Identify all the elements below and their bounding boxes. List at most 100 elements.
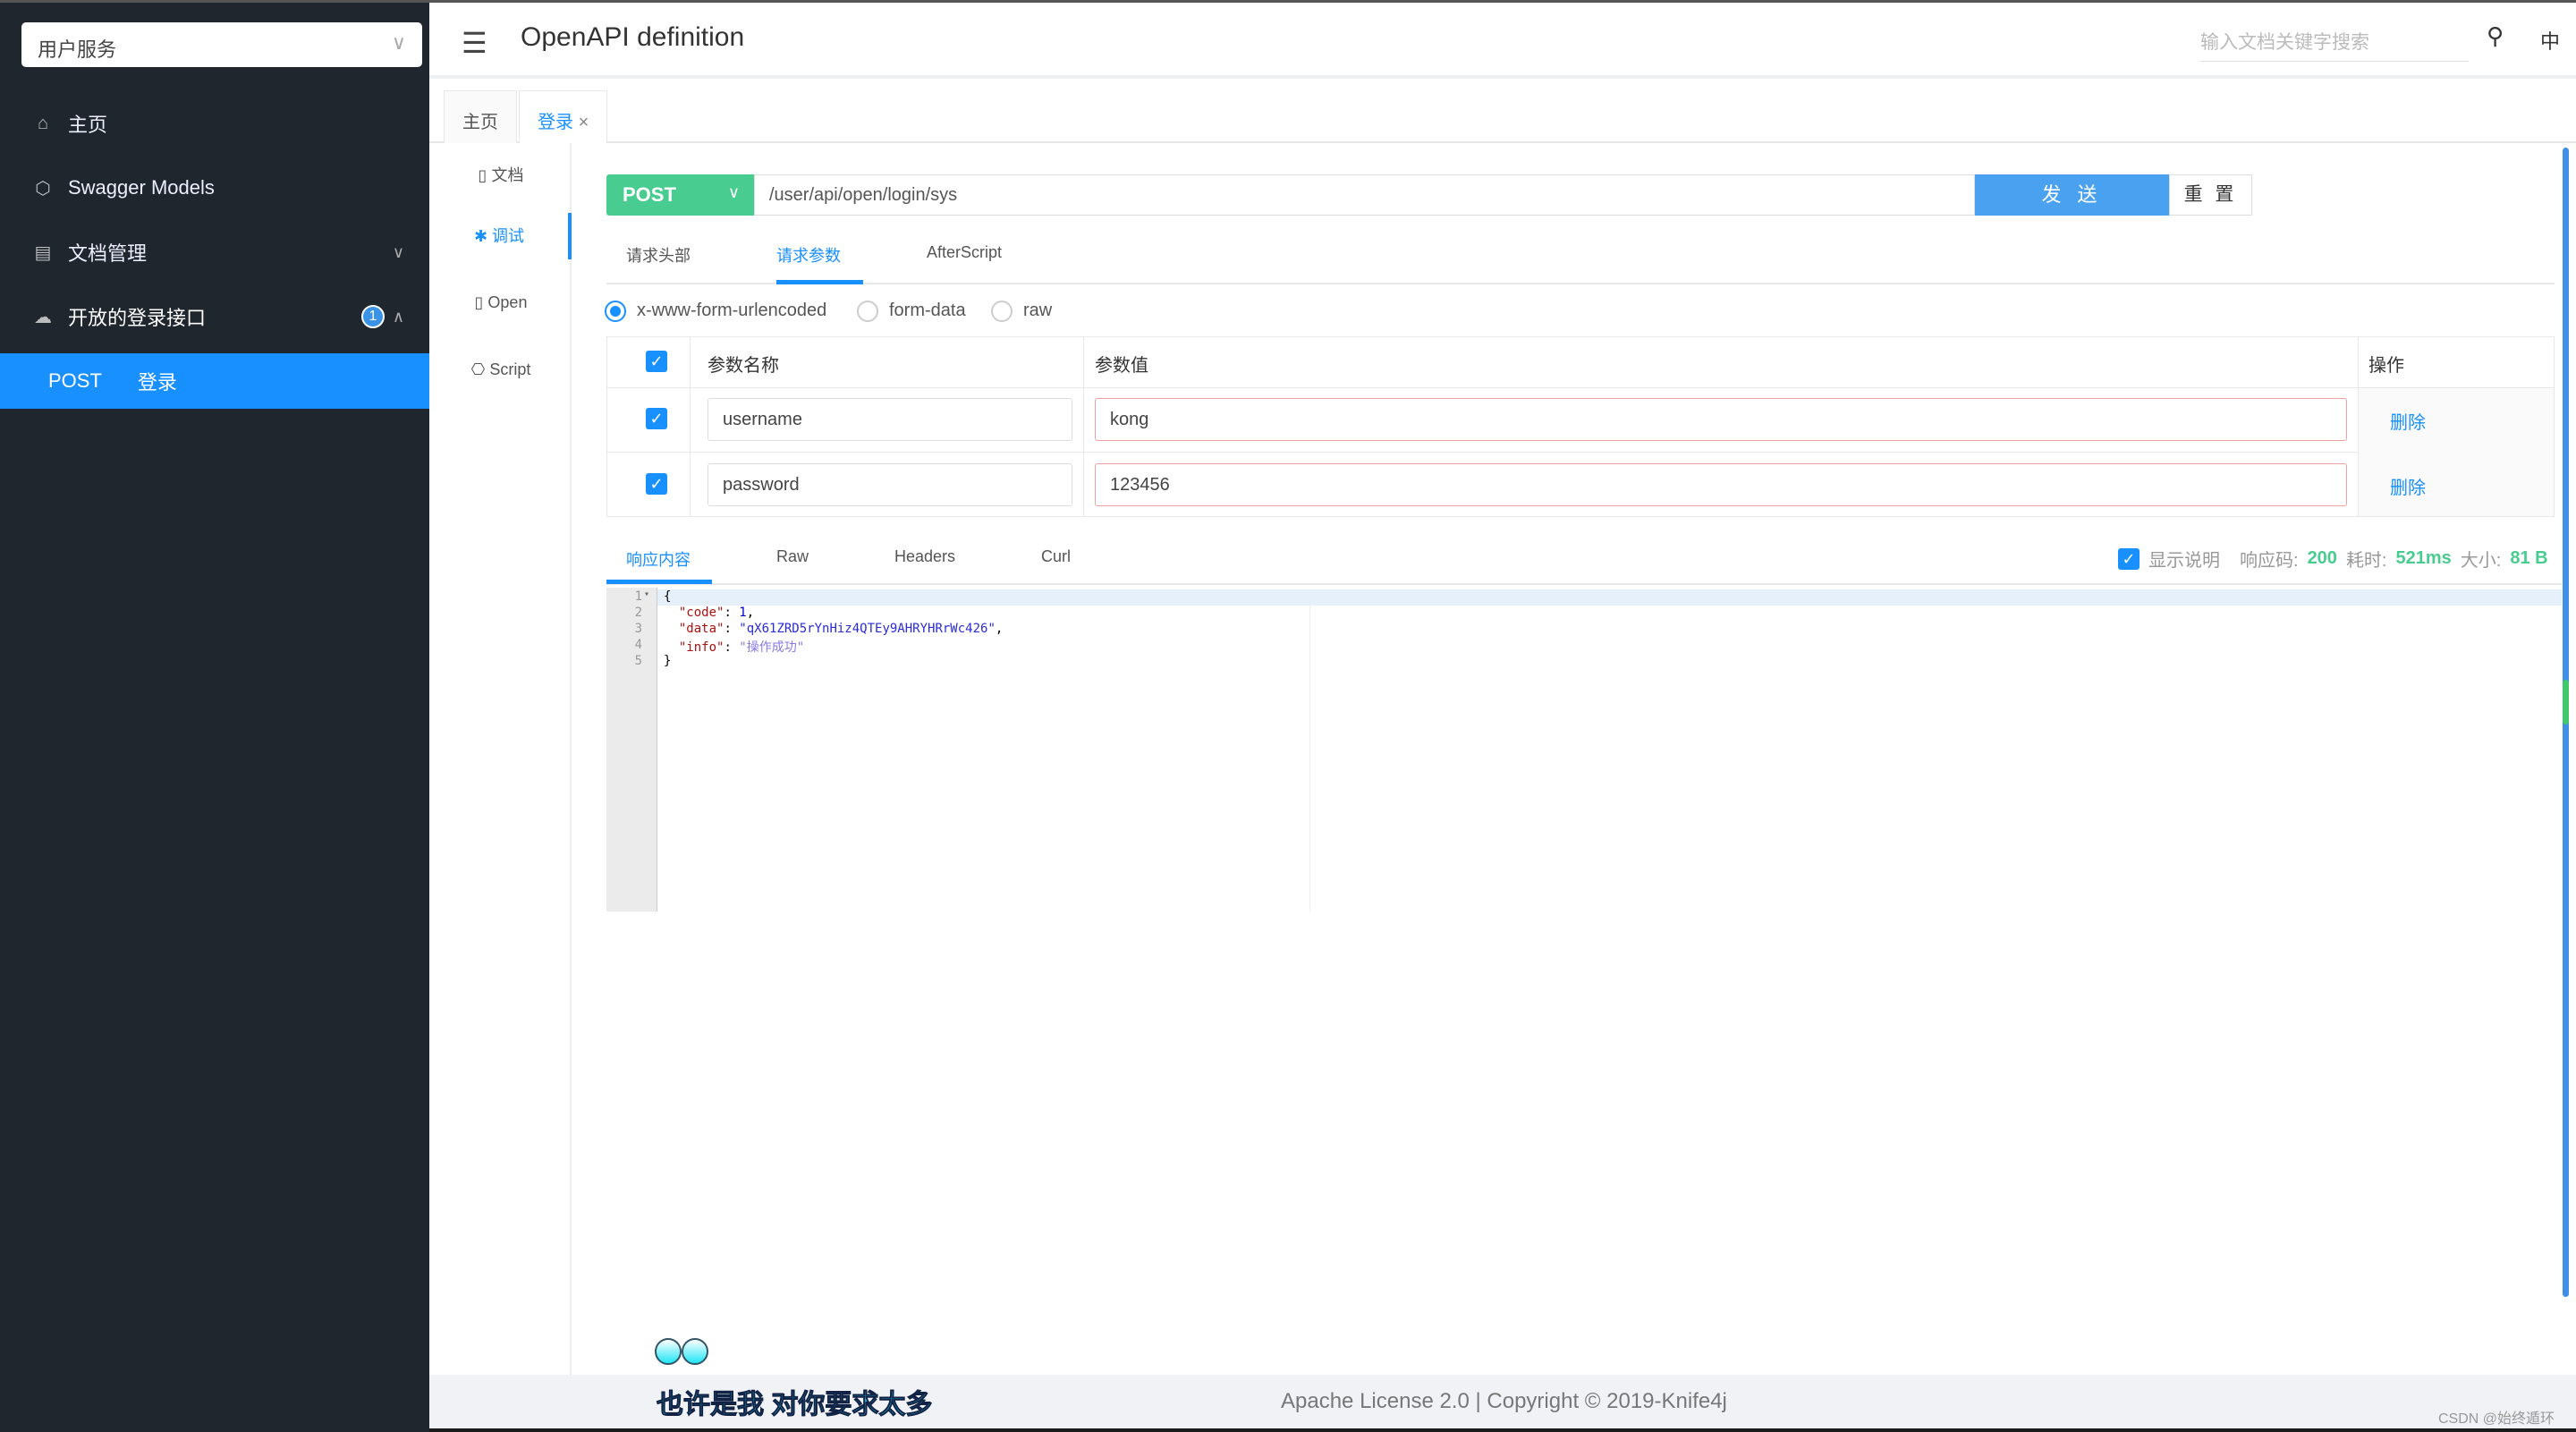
- code-line: }: [664, 654, 672, 668]
- tab-home[interactable]: 主页: [444, 90, 517, 143]
- send-button[interactable]: 发 送: [1975, 174, 2169, 216]
- footer-copyright: Apache License 2.0 | Copyright © 2019-Kn…: [1281, 1389, 1727, 1413]
- param-name-input[interactable]: username: [708, 398, 1072, 441]
- scrollbar-thumb[interactable]: [2563, 680, 2569, 724]
- cube-icon: ⬡: [35, 178, 51, 199]
- chevron-down-icon: ∨: [727, 183, 740, 201]
- line-number: 2: [634, 606, 642, 620]
- row-checkbox[interactable]: ✓: [646, 473, 667, 495]
- subnav-label: Script: [489, 360, 531, 378]
- row-checkbox[interactable]: ✓: [646, 408, 667, 429]
- subnav-label: Open: [487, 293, 528, 311]
- tab-response-raw[interactable]: Raw: [776, 547, 809, 566]
- sidebar-item-swagger-models[interactable]: ⬡ Swagger Models: [0, 157, 429, 219]
- select-all-checkbox[interactable]: ✓: [646, 351, 667, 372]
- reset-button[interactable]: 重 置: [2169, 174, 2252, 216]
- chevron-down-icon: ∨: [391, 31, 406, 54]
- radio-label: raw: [1023, 301, 1053, 320]
- divider: [606, 283, 2555, 284]
- time-label: 耗时:: [2345, 551, 2387, 571]
- sidebar-item-post-login[interactable]: POST 登录: [0, 353, 429, 409]
- line-number: 3: [634, 622, 642, 636]
- bug-icon: ✱: [473, 227, 493, 245]
- line-number: 5: [634, 654, 642, 668]
- tab-request-params[interactable]: 请求参数: [776, 243, 841, 267]
- sub-nav: ▯ 文档 ✱ 调试 ▯ Open ⎔ Script: [430, 143, 572, 1375]
- radio-raw[interactable]: [991, 301, 1013, 322]
- file-icon: ▯: [474, 293, 488, 311]
- show-desc-label: 显示说明: [2148, 551, 2220, 571]
- sidebar-item-label: 文档管理: [68, 242, 148, 265]
- method-select[interactable]: POST ∨: [606, 174, 754, 216]
- sidebar: 用户服务 ∨ ⌂ 主页 ⬡ Swagger Models ▤ 文档管理 ∨ ☁ 开放的登录接…: [0, 0, 429, 1432]
- size-value: 81 B: [2510, 548, 2548, 568]
- column-header-name: 参数名称: [708, 356, 779, 376]
- time-value: 521ms: [2395, 548, 2452, 568]
- delete-link[interactable]: 删除: [2390, 473, 2426, 499]
- radio-form-data[interactable]: [857, 301, 878, 322]
- slogan-overlay: 也许是我 对你要求太多: [656, 1390, 933, 1420]
- active-tab-indicator: [606, 580, 712, 584]
- subnav-script[interactable]: ⎔ Script: [430, 352, 572, 387]
- column-header-action: 操作: [2368, 356, 2404, 376]
- eyes-decoration-icon: [655, 1338, 710, 1365]
- page-title: OpenAPI definition: [521, 22, 745, 52]
- close-icon[interactable]: ×: [579, 113, 589, 132]
- doc-settings-icon: ▤: [34, 242, 52, 263]
- line-gutter: [606, 588, 657, 911]
- code-line: "data": "qX61ZRD5rYnHiz4QTEy9AHRYHRrWc42…: [678, 622, 1004, 636]
- chevron-up-icon: ∧: [392, 307, 404, 326]
- code-line: "info": "操作成功": [678, 640, 805, 655]
- param-name-input[interactable]: password: [708, 463, 1072, 506]
- tab-login[interactable]: 登录 ×: [519, 90, 608, 143]
- tab-request-headers[interactable]: 请求头部: [626, 243, 691, 267]
- radio-label: x-www-form-urlencoded: [637, 301, 827, 320]
- show-desc-checkbox[interactable]: ✓: [2118, 547, 2140, 570]
- param-value-input[interactable]: 123456: [1095, 463, 2347, 506]
- header: ☰ OpenAPI definition 输入文档关键字搜索 ⚲ 中: [429, 0, 2576, 79]
- sidebar-item-doc-manage[interactable]: ▤ 文档管理 ∨: [0, 221, 429, 284]
- radio-label: form-data: [889, 301, 966, 320]
- code-line: "code": 1,: [678, 606, 755, 620]
- subnav-doc[interactable]: ▯ 文档: [430, 157, 572, 193]
- status-code: 200: [2307, 548, 2337, 568]
- sidebar-item-label: 主页: [68, 114, 108, 136]
- sidebar-item-label: Swagger Models: [68, 176, 215, 199]
- menu-fold-icon[interactable]: ☰: [462, 26, 487, 60]
- api-label: 登录: [137, 371, 177, 394]
- divider: [606, 583, 2562, 585]
- search-icon[interactable]: ⚲: [2487, 22, 2504, 50]
- method-value: POST: [623, 183, 676, 206]
- param-value-input[interactable]: kong: [1095, 398, 2347, 441]
- delete-link[interactable]: 删除: [2390, 408, 2426, 434]
- line-number: 1: [634, 589, 642, 604]
- sidebar-item-label: 开放的登录接口: [68, 307, 207, 329]
- tab-afterscript[interactable]: AfterScript: [927, 243, 1002, 262]
- response-editor[interactable]: 1 ▾ 2 3 4 5 { "code": 1, "data": "qX61ZRD…: [606, 588, 2562, 911]
- fold-arrow-icon[interactable]: ▾: [644, 589, 649, 599]
- url-input[interactable]: /user/api/open/login/sys: [754, 174, 1975, 216]
- tab-response-curl[interactable]: Curl: [1041, 547, 1071, 566]
- cloud-api-icon: ☁: [34, 307, 52, 327]
- tab-label: 登录: [538, 113, 573, 132]
- tab-bar: 主页 登录 ×: [429, 82, 2576, 143]
- subnav-open[interactable]: ▯ Open: [430, 284, 572, 320]
- status-code-label: 响应码:: [2240, 551, 2299, 571]
- tab-response-headers[interactable]: Headers: [894, 547, 955, 566]
- language-toggle[interactable]: 中: [2540, 26, 2560, 55]
- service-select[interactable]: 用户服务 ∨: [21, 22, 422, 67]
- search-input[interactable]: 输入文档关键字搜索: [2200, 24, 2469, 62]
- subnav-debug[interactable]: ✱ 调试: [430, 213, 572, 259]
- print-margin: [1309, 606, 1310, 911]
- line-number: 4: [634, 638, 642, 652]
- code-line: {: [664, 589, 672, 604]
- count-badge: 1: [361, 305, 385, 328]
- tab-response-content[interactable]: 响应内容: [626, 547, 691, 571]
- watermark: CSDN @始终遁环: [2438, 1411, 2555, 1427]
- service-select-value: 用户服务: [38, 38, 117, 61]
- subnav-label: 文档: [491, 166, 524, 184]
- radio-urlencoded[interactable]: [605, 301, 626, 322]
- sidebar-item-open-login[interactable]: ☁ 开放的登录接口 1 ∧: [0, 285, 429, 348]
- home-icon: ⌂: [37, 113, 49, 133]
- sidebar-item-home[interactable]: ⌂ 主页: [0, 92, 429, 155]
